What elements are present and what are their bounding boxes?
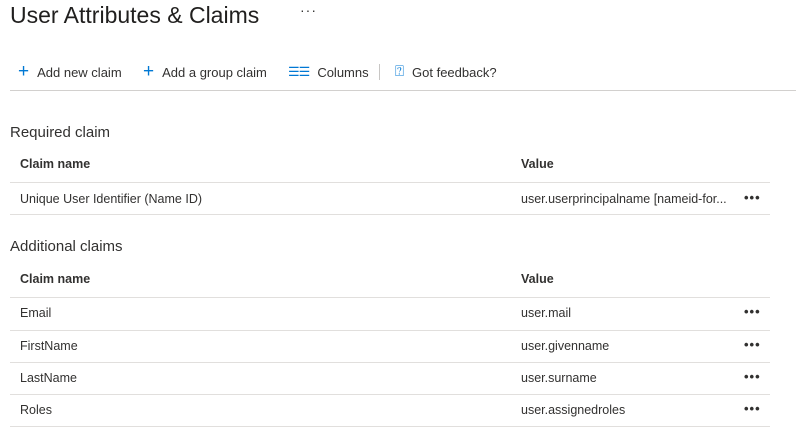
- claim-name[interactable]: Unique User Identifier (Name ID): [20, 192, 202, 206]
- toolbar-divider: [379, 64, 380, 80]
- claim-value[interactable]: user.assignedroles: [521, 403, 625, 417]
- row-menu-button[interactable]: •••: [744, 190, 761, 205]
- more-options-button[interactable]: ···: [300, 2, 317, 18]
- row-divider: [10, 362, 770, 363]
- row-divider: [10, 330, 770, 331]
- column-header-claim-name: Claim name: [20, 272, 91, 286]
- columns-label: Columns: [317, 64, 369, 80]
- row-divider: [10, 426, 770, 427]
- add-group-claim-label: Add a group claim: [162, 64, 267, 80]
- plus-icon: +: [143, 61, 155, 82]
- row-divider: [10, 297, 770, 298]
- toolbar-underline: [10, 90, 796, 91]
- row-divider: [10, 182, 770, 183]
- column-header-value: Value: [521, 272, 554, 286]
- plus-icon: +: [18, 61, 30, 82]
- feedback-label: Got feedback?: [412, 64, 497, 80]
- row-menu-button[interactable]: •••: [744, 304, 761, 319]
- claim-value[interactable]: user.surname: [521, 371, 597, 385]
- claim-name[interactable]: Roles: [20, 403, 52, 417]
- claim-value[interactable]: user.userprincipalname [nameid-for...: [521, 192, 727, 206]
- required-claim-heading: Required claim: [10, 124, 111, 141]
- columns-button[interactable]: ☰☰ Columns: [288, 62, 369, 82]
- column-header-value: Value: [521, 157, 554, 171]
- column-header-claim-name: Claim name: [20, 157, 91, 171]
- additional-claims-heading: Additional claims: [10, 238, 123, 255]
- feedback-button[interactable]: ⍰ Got feedback?: [395, 62, 497, 82]
- row-menu-button[interactable]: •••: [744, 369, 761, 384]
- claim-value[interactable]: user.mail: [521, 306, 571, 320]
- claim-name[interactable]: FirstName: [20, 339, 78, 353]
- add-group-claim-button[interactable]: + Add a group claim: [143, 62, 267, 82]
- claim-value[interactable]: user.givenname: [521, 339, 609, 353]
- page-title: User Attributes & Claims: [10, 2, 260, 28]
- row-menu-button[interactable]: •••: [744, 337, 761, 352]
- claim-name[interactable]: Email: [20, 306, 51, 320]
- feedback-icon: ⍰: [395, 63, 405, 80]
- row-menu-button[interactable]: •••: [744, 401, 761, 416]
- row-divider: [10, 214, 770, 215]
- row-divider: [10, 394, 770, 395]
- claim-name[interactable]: LastName: [20, 371, 77, 385]
- add-new-claim-button[interactable]: + Add new claim: [18, 62, 122, 82]
- add-new-claim-label: Add new claim: [37, 64, 122, 80]
- columns-icon: ☰☰: [288, 64, 310, 79]
